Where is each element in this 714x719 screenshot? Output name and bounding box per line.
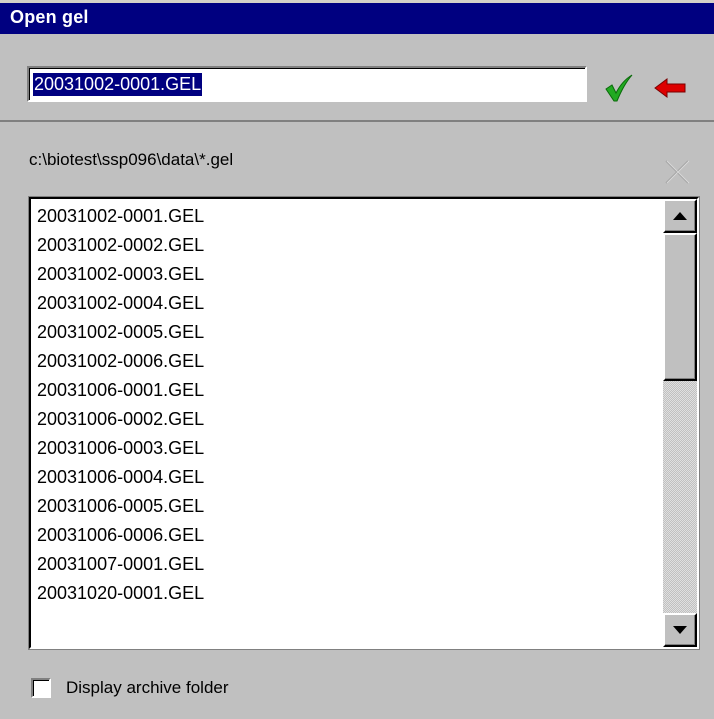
green-checkmark-icon	[605, 74, 633, 102]
file-list-item[interactable]: 20031002-0001.GEL	[37, 202, 657, 231]
file-list-item[interactable]: 20031002-0004.GEL	[37, 289, 657, 318]
file-list[interactable]: 20031002-0001.GEL 20031002-0002.GEL 2003…	[29, 197, 699, 649]
red-arrow-left-icon	[654, 78, 686, 98]
arrow-up-icon	[673, 212, 687, 220]
file-list-item[interactable]: 20031002-0006.GEL	[37, 347, 657, 376]
window-title: Open gel	[10, 7, 89, 27]
file-list-item[interactable]: 20031006-0005.GEL	[37, 492, 657, 521]
scroll-thumb[interactable]	[663, 233, 697, 381]
ok-button[interactable]	[602, 72, 636, 104]
filename-input[interactable]: 20031002-0001.GEL	[27, 66, 587, 102]
display-archive-checkbox[interactable]	[31, 678, 51, 698]
file-list-item[interactable]: 20031006-0004.GEL	[37, 463, 657, 492]
file-list-items: 20031002-0001.GEL 20031002-0002.GEL 2003…	[37, 202, 657, 608]
vertical-scrollbar[interactable]	[663, 199, 697, 647]
file-list-item[interactable]: 20031006-0006.GEL	[37, 521, 657, 550]
file-list-item[interactable]: 20031002-0005.GEL	[37, 318, 657, 347]
file-list-item[interactable]: 20031020-0001.GEL	[37, 579, 657, 608]
path-label: c:\biotest\ssp096\data\*.gel	[29, 150, 234, 169]
close-button[interactable]	[664, 159, 690, 185]
scroll-up-button[interactable]	[663, 199, 697, 233]
file-list-item[interactable]: 20031007-0001.GEL	[37, 550, 657, 579]
arrow-down-icon	[673, 626, 687, 634]
scroll-down-button[interactable]	[663, 613, 697, 647]
file-list-item[interactable]: 20031002-0003.GEL	[37, 260, 657, 289]
filename-input-value: 20031002-0001.GEL	[33, 73, 203, 96]
close-x-icon	[665, 160, 690, 184]
filename-panel: 20031002-0001.GEL	[0, 34, 714, 122]
back-button[interactable]	[652, 74, 688, 102]
file-list-item[interactable]: 20031006-0002.GEL	[37, 405, 657, 434]
file-list-item[interactable]: 20031006-0003.GEL	[37, 434, 657, 463]
title-bar: Open gel	[0, 0, 714, 34]
file-list-item[interactable]: 20031002-0002.GEL	[37, 231, 657, 260]
display-archive-label[interactable]: Display archive folder	[66, 676, 229, 700]
file-list-item[interactable]: 20031006-0001.GEL	[37, 376, 657, 405]
